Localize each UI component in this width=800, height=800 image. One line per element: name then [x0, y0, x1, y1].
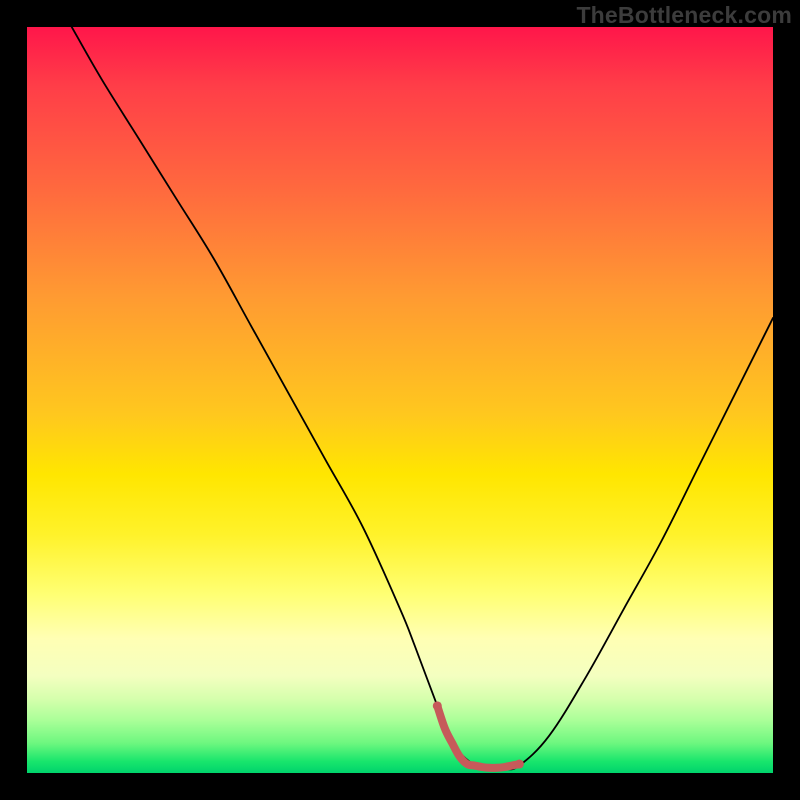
- watermark-label: TheBottleneck.com: [576, 2, 792, 29]
- trough-endpoint: [515, 760, 524, 769]
- series-red-trough-highlight: [437, 706, 519, 768]
- trough-endpoint: [433, 701, 442, 710]
- plot-area: [27, 27, 773, 773]
- chart-container: TheBottleneck.com: [0, 0, 800, 800]
- series-black-curve: [72, 27, 773, 770]
- chart-svg: [27, 27, 773, 773]
